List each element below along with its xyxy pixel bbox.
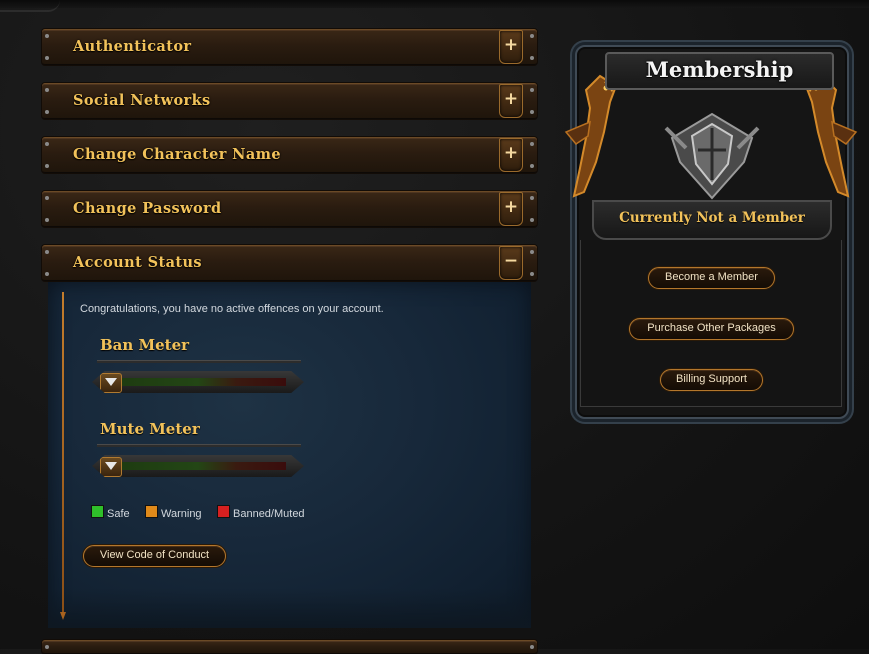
membership-header: Membership [605, 52, 834, 90]
mute-meter [92, 455, 304, 477]
shield-emblem-icon [664, 112, 760, 200]
meter-indicator-icon [100, 457, 122, 477]
accordion-title: Account Status [73, 254, 202, 271]
status-message: Congratulations, you have no active offe… [80, 303, 384, 315]
divider [97, 444, 301, 447]
accordion-change-character-name[interactable]: Change Character Name + [42, 137, 537, 173]
side-decoration [60, 292, 66, 620]
accordion-title: Change Password [73, 200, 222, 217]
membership-title: Membership [645, 57, 794, 82]
accordion-title: Social Networks [73, 92, 211, 109]
membership-status: Currently Not a Member [619, 210, 805, 226]
meter-indicator-icon [100, 373, 122, 393]
corner-ornament [0, 0, 60, 12]
left-dragon-icon [564, 74, 620, 198]
collapse-icon[interactable]: − [499, 246, 523, 280]
banned-swatch-icon [217, 505, 230, 518]
top-edge [0, 0, 869, 8]
billing-support-button[interactable]: Billing Support [660, 369, 763, 391]
accordion-account-status[interactable]: Account Status − [42, 245, 537, 281]
accordion-title: Authenticator [73, 38, 192, 55]
meter-track [110, 462, 286, 470]
accordion-social-networks[interactable]: Social Networks + [42, 83, 537, 119]
expand-icon[interactable]: + [499, 84, 523, 118]
right-dragon-icon [802, 74, 858, 198]
safe-swatch-icon [91, 505, 104, 518]
accordion-authenticator[interactable]: Authenticator + [42, 29, 537, 65]
warning-swatch-icon [145, 505, 158, 518]
accordion-change-password[interactable]: Change Password + [42, 191, 537, 227]
mute-meter-label: Mute Meter [100, 420, 200, 438]
become-member-button[interactable]: Become a Member [648, 267, 775, 289]
expand-icon[interactable]: + [499, 138, 523, 172]
membership-status-banner: Currently Not a Member [592, 200, 832, 240]
ban-meter-label: Ban Meter [100, 336, 190, 354]
legend-safe: Safe [91, 505, 130, 520]
purchase-packages-button[interactable]: Purchase Other Packages [629, 318, 794, 340]
view-code-of-conduct-button[interactable]: View Code of Conduct [83, 545, 226, 567]
legend-warning: Warning [145, 505, 202, 520]
legend-banned-muted: Banned/Muted [217, 505, 305, 520]
expand-icon[interactable]: + [499, 192, 523, 226]
divider [97, 360, 301, 363]
accordion-title: Change Character Name [73, 146, 282, 163]
meter-track [110, 378, 286, 386]
expand-icon[interactable]: + [499, 30, 523, 64]
ban-meter [92, 371, 304, 393]
accordion-next[interactable] [42, 640, 537, 654]
